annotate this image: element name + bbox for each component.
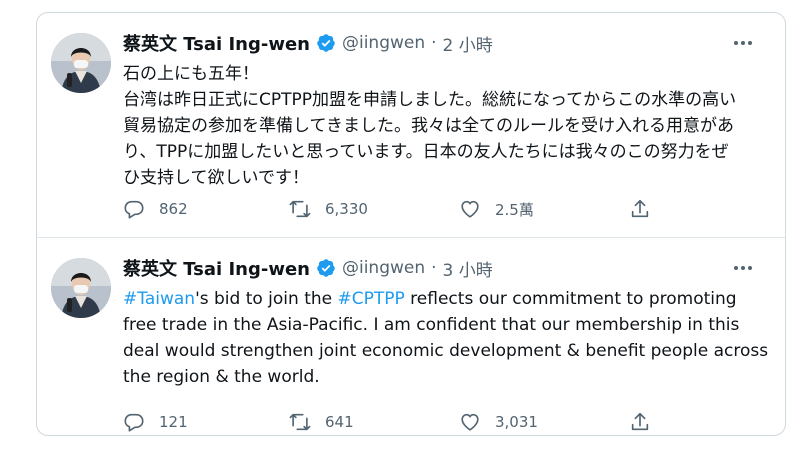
share-button[interactable] xyxy=(629,408,651,435)
hashtag-link[interactable]: #CPTPP xyxy=(338,289,405,309)
verified-badge-icon xyxy=(317,34,335,52)
avatar[interactable] xyxy=(51,33,111,93)
like-count: 3,031 xyxy=(495,413,538,431)
tweet-header: 蔡英文 Tsai Ing-wen @iingwen · 2 小時 xyxy=(123,27,745,59)
reply-count: 862 xyxy=(159,200,188,218)
retweet-count: 641 xyxy=(325,413,354,431)
retweet-count: 6,330 xyxy=(325,200,368,218)
retweet-icon xyxy=(289,413,311,431)
tweet-text-line: #Taiwan's bid to join the #CPTPP reflect… xyxy=(123,286,767,312)
tweet-text-line: the region & the world. xyxy=(123,367,320,387)
display-name[interactable]: 蔡英文 Tsai Ing-wen xyxy=(123,255,310,281)
tweet[interactable]: 蔡英文 Tsai Ing-wen @iingwen · 2 小時 石の上にも五年… xyxy=(37,13,785,238)
reply-icon xyxy=(124,200,144,219)
reply-button[interactable]: 862 xyxy=(123,195,188,223)
like-icon xyxy=(461,200,479,218)
tweet-text-line: 貿易協定の参加を準備してきました。我々は全てのルールを受け入れる用意があ xyxy=(123,116,734,136)
tweet-text-line: deal would strengthen joint economic dev… xyxy=(123,341,769,361)
like-count: 2.5萬 xyxy=(495,200,534,219)
tweet-text-segment: 's bid to join the xyxy=(195,289,338,309)
retweet-button[interactable]: 641 xyxy=(289,408,354,435)
separator-dot: · xyxy=(431,258,437,278)
tweet-list: 蔡英文 Tsai Ing-wen @iingwen · 2 小時 石の上にも五年… xyxy=(36,12,786,436)
share-button[interactable] xyxy=(629,195,651,223)
share-icon xyxy=(631,412,649,431)
share-icon xyxy=(631,199,649,218)
like-icon xyxy=(461,413,479,431)
display-name[interactable]: 蔡英文 Tsai Ing-wen xyxy=(123,30,310,56)
tweet-actions: 862 6,330 2.5萬 xyxy=(123,195,745,223)
tweet-actions: 121 641 3,031 xyxy=(123,408,745,435)
avatar-image xyxy=(51,258,111,318)
like-button[interactable]: 3,031 xyxy=(459,408,538,435)
hashtag-link[interactable]: #Taiwan xyxy=(123,289,195,309)
tweet-text: #Taiwan's bid to join the #CPTPP reflect… xyxy=(123,286,769,390)
avatar-image xyxy=(51,33,111,93)
timestamp[interactable]: 3 小時 xyxy=(443,256,493,281)
tweet-text-line: free trade in the Asia-Pacific. I am con… xyxy=(123,315,740,335)
reply-icon xyxy=(124,413,144,432)
retweet-button[interactable]: 6,330 xyxy=(289,195,368,223)
tweet-text-line: り、TPPに加盟したいと思っています。日本の友人たちには我々のこの努力をぜ xyxy=(123,142,729,162)
tweet-header: 蔡英文 Tsai Ing-wen @iingwen · 3 小時 xyxy=(123,252,745,284)
reply-count: 121 xyxy=(159,413,188,431)
retweet-icon xyxy=(289,200,311,218)
tweet[interactable]: 蔡英文 Tsai Ing-wen @iingwen · 3 小時 #Taiwan… xyxy=(37,238,785,435)
verified-badge-icon xyxy=(317,259,335,277)
tweet-text: 石の上にも五年！ 台湾は昨日正式にCPTPP加盟を申請しました。総統になってから… xyxy=(123,61,767,191)
more-icon[interactable] xyxy=(731,33,755,53)
separator-dot: · xyxy=(431,33,437,53)
handle[interactable]: @iingwen xyxy=(342,258,425,278)
avatar[interactable] xyxy=(51,258,111,318)
handle[interactable]: @iingwen xyxy=(342,33,425,53)
tweet-text-segment: reflects our commitment to promoting xyxy=(404,289,737,309)
timestamp[interactable]: 2 小時 xyxy=(443,31,493,56)
tweet-text-line: 台湾は昨日正式にCPTPP加盟を申請しました。総統になってからこの水準の高い xyxy=(123,90,737,110)
tweet-text-line: 石の上にも五年！ xyxy=(123,64,259,84)
like-button[interactable]: 2.5萬 xyxy=(459,195,534,223)
reply-button[interactable]: 121 xyxy=(123,408,188,435)
more-icon[interactable] xyxy=(731,258,755,278)
tweet-text-line: ひ支持して欲しいです！ xyxy=(123,168,309,188)
